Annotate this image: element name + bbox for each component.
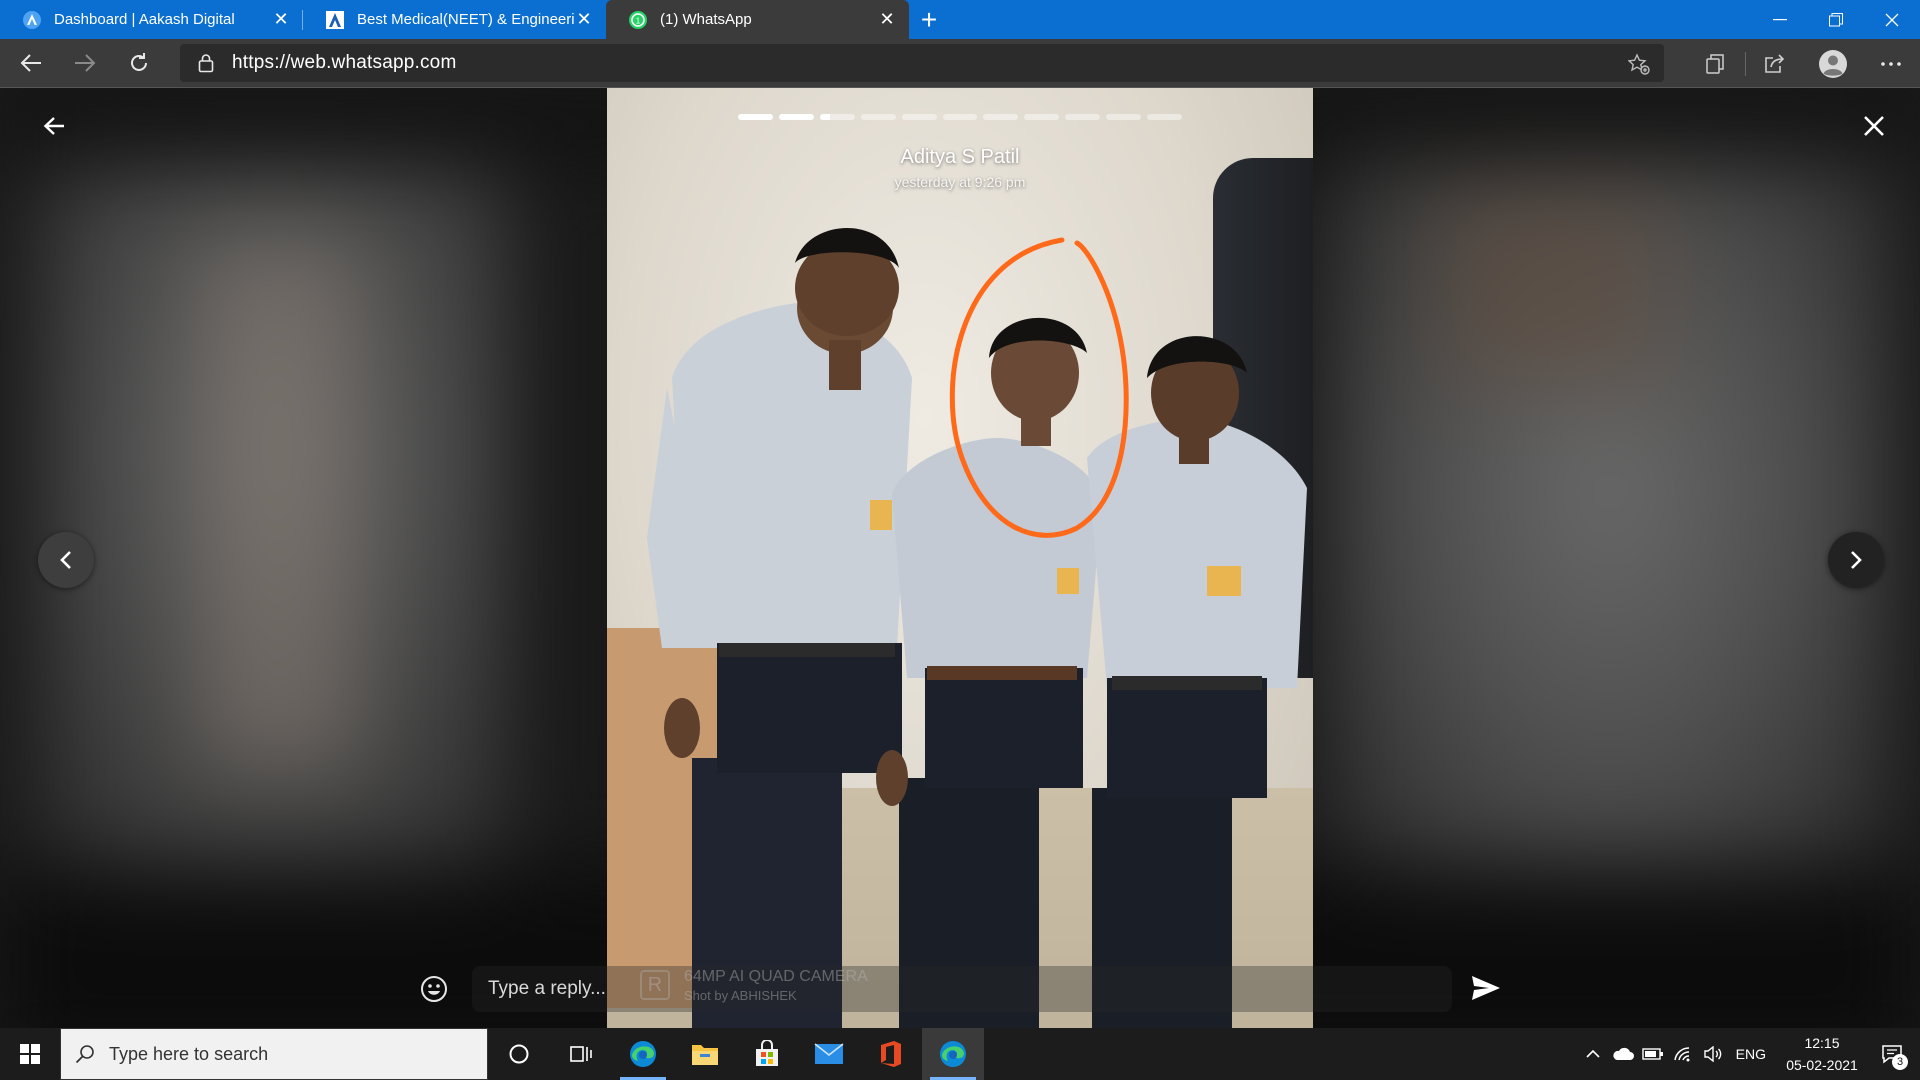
tab-close-icon[interactable]: ✕: [574, 9, 594, 30]
onedrive-icon[interactable]: [1608, 1028, 1638, 1080]
tab-title: (1) WhatsApp: [660, 11, 752, 28]
collections-icon[interactable]: [1687, 39, 1745, 88]
cortana-icon: [509, 1044, 529, 1064]
browser-tabstrip: Dashboard | Aakash Digital ✕ Best Medica…: [0, 0, 1920, 39]
cortana-button[interactable]: [488, 1028, 550, 1080]
tab-whatsapp[interactable]: 1 (1) WhatsApp ✕: [606, 0, 909, 39]
reply-bar: Type a reply...: [408, 964, 1458, 1014]
chevron-right-icon: [1851, 551, 1862, 569]
system-tray: ENG 12:15 05-02-2021 3: [1578, 1028, 1920, 1080]
taskbar-search[interactable]: Type here to search: [60, 1028, 488, 1080]
status-user-name[interactable]: Aditya S Patil: [760, 146, 1160, 169]
store-icon: [756, 1040, 778, 1066]
progress-segment: [1106, 114, 1142, 120]
window-controls: [1752, 0, 1920, 39]
volume-icon[interactable]: [1698, 1028, 1728, 1080]
notification-count-badge: 3: [1892, 1054, 1908, 1070]
tab-close-icon[interactable]: ✕: [271, 9, 291, 30]
status-viewer: Aditya S Patil yesterday at 9:26 pm R 64…: [0, 88, 1920, 1028]
folder-icon: [692, 1045, 718, 1065]
back-button[interactable]: [8, 43, 54, 83]
windows-taskbar: Type here to search ENG 12:15 05-02-2021…: [0, 1028, 1920, 1080]
action-center-button[interactable]: 3: [1864, 1028, 1920, 1080]
smiley-icon: [421, 976, 447, 1002]
tab-best-medical[interactable]: Best Medical(NEET) & Engineering ✕: [303, 0, 606, 39]
aakash-logo-icon: [22, 10, 42, 30]
refresh-button[interactable]: [116, 43, 162, 83]
taskbar-file-explorer[interactable]: [674, 1028, 736, 1080]
progress-segment: [942, 114, 978, 120]
start-button[interactable]: [0, 1028, 60, 1080]
clock-date: 05-02-2021: [1786, 1057, 1858, 1073]
aakash-logo-icon: [325, 10, 345, 30]
send-icon: [1472, 976, 1500, 1000]
task-view-button[interactable]: [550, 1028, 612, 1080]
reply-input[interactable]: Type a reply...: [472, 966, 1452, 1012]
chevron-up-icon: [1586, 1049, 1600, 1058]
svg-text:1: 1: [636, 16, 641, 25]
status-progress: [738, 114, 1182, 120]
office-icon: [881, 1041, 901, 1067]
tab-aakash-dashboard[interactable]: Dashboard | Aakash Digital ✕: [0, 0, 303, 39]
more-menu-icon[interactable]: [1862, 39, 1920, 88]
windows-logo-icon: [20, 1044, 40, 1064]
status-timestamp: yesterday at 9:26 pm: [894, 174, 1026, 190]
progress-segment: [1147, 114, 1182, 120]
clock-time: 12:15: [1804, 1035, 1840, 1051]
progress-segment: [901, 114, 937, 120]
taskbar-store[interactable]: [736, 1028, 798, 1080]
share-icon[interactable]: [1746, 39, 1804, 88]
input-language[interactable]: ENG: [1728, 1046, 1780, 1062]
taskbar-mail[interactable]: [798, 1028, 860, 1080]
search-icon: [75, 1044, 95, 1064]
progress-segment: [983, 114, 1019, 120]
status-back-button[interactable]: [36, 108, 72, 144]
status-close-button[interactable]: [1854, 106, 1894, 146]
progress-segment: [778, 114, 814, 120]
next-status-button[interactable]: [1828, 532, 1884, 588]
url-text: https://web.whatsapp.com: [232, 52, 457, 73]
wifi-icon[interactable]: [1668, 1028, 1698, 1080]
taskbar-edge-active[interactable]: [922, 1028, 984, 1080]
whatsapp-icon: 1: [628, 10, 648, 30]
browser-toolbar: https://web.whatsapp.com: [0, 39, 1920, 88]
edge-icon: [630, 1041, 656, 1067]
profile-avatar[interactable]: [1804, 39, 1862, 88]
toolbar-right: [1687, 39, 1920, 88]
restore-button[interactable]: [1808, 0, 1864, 39]
lock-icon[interactable]: [180, 53, 232, 73]
minimize-button[interactable]: [1752, 0, 1808, 39]
mail-icon: [814, 1043, 844, 1064]
address-bar[interactable]: https://web.whatsapp.com: [180, 44, 1664, 82]
taskbar-office[interactable]: [860, 1028, 922, 1080]
progress-segment: [738, 114, 773, 120]
taskbar-edge[interactable]: [612, 1028, 674, 1080]
edge-icon: [940, 1041, 966, 1067]
send-button[interactable]: [1466, 968, 1506, 1008]
tab-title: Best Medical(NEET) & Engineering: [357, 11, 574, 28]
forward-button[interactable]: [62, 43, 108, 83]
task-view-icon: [570, 1046, 592, 1062]
taskbar-clock[interactable]: 12:15 05-02-2021: [1780, 1032, 1864, 1076]
progress-segment: [1065, 114, 1101, 120]
tab-close-icon[interactable]: ✕: [877, 9, 897, 30]
status-photo[interactable]: [607, 88, 1313, 1028]
tab-title: Dashboard | Aakash Digital: [54, 11, 235, 28]
photo-people-illustration: [647, 228, 1307, 1028]
close-window-button[interactable]: [1864, 0, 1920, 39]
progress-segment: [819, 114, 855, 120]
progress-segment: [1024, 114, 1060, 120]
chevron-left-icon: [60, 551, 71, 569]
emoji-button[interactable]: [408, 964, 460, 1014]
previous-status-button[interactable]: [38, 532, 94, 588]
search-placeholder: Type here to search: [109, 1043, 269, 1064]
progress-segment: [860, 114, 896, 120]
show-hidden-icons-button[interactable]: [1578, 1028, 1608, 1080]
add-favorite-icon[interactable]: [1627, 53, 1650, 80]
battery-icon[interactable]: [1638, 1028, 1668, 1080]
new-tab-button[interactable]: +: [909, 0, 949, 39]
